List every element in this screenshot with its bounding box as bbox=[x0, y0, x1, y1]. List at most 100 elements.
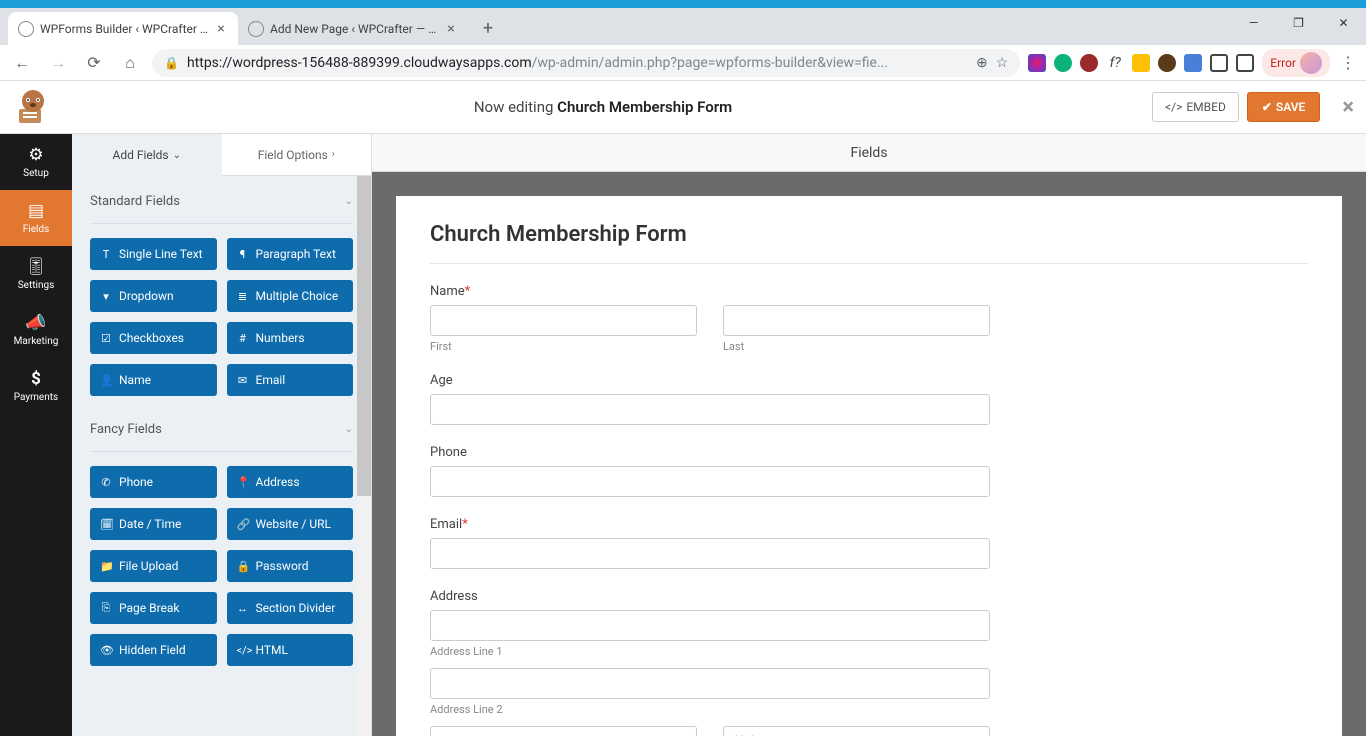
field-label: Phone bbox=[430, 445, 990, 460]
error-chip[interactable]: Error bbox=[1262, 49, 1330, 77]
sidebar-scrollbar[interactable] bbox=[357, 176, 371, 736]
field-btn-single-line-text[interactable]: TSingle Line Text bbox=[90, 238, 217, 270]
field-btn-multiple-choice[interactable]: ≣Multiple Choice bbox=[227, 280, 354, 312]
tab-field-options[interactable]: Field Options› bbox=[222, 134, 372, 176]
star-icon[interactable]: ☆ bbox=[996, 55, 1009, 71]
save-button[interactable]: ✔ SAVE bbox=[1247, 92, 1320, 122]
sliders-icon: 🎚 bbox=[25, 257, 47, 277]
new-tab-button[interactable]: + bbox=[474, 14, 502, 42]
city-input[interactable] bbox=[430, 726, 697, 736]
close-icon[interactable]: × bbox=[444, 22, 458, 36]
extension-icon[interactable] bbox=[1184, 54, 1202, 72]
lock-icon: 🔒 bbox=[164, 56, 179, 70]
extension-icon[interactable] bbox=[1236, 54, 1254, 72]
field-btn-password[interactable]: 🔒Password bbox=[227, 550, 354, 582]
rail-fields[interactable]: ▤Fields bbox=[0, 190, 72, 246]
form-name: Church Membership Form bbox=[557, 98, 732, 116]
field-btn-phone[interactable]: ✆Phone bbox=[90, 466, 217, 498]
field-btn-file-upload[interactable]: 📁File Upload bbox=[90, 550, 217, 582]
extension-icon[interactable] bbox=[1080, 54, 1098, 72]
form-icon: ▤ bbox=[28, 201, 44, 221]
canvas-scroll[interactable]: Church Membership Form Name* First Last bbox=[372, 172, 1366, 736]
fancy-fields-heading[interactable]: Fancy Fields ⌄ bbox=[90, 404, 353, 452]
field-btn-page-break[interactable]: ⎘Page Break bbox=[90, 592, 217, 624]
extension-icon[interactable] bbox=[1028, 54, 1046, 72]
wpforms-logo[interactable] bbox=[12, 86, 54, 128]
close-icon[interactable]: × bbox=[214, 22, 228, 36]
field-btn-email[interactable]: ✉Email bbox=[227, 364, 354, 396]
password-icon: 🔒 bbox=[237, 560, 249, 573]
extension-icon[interactable] bbox=[1210, 54, 1228, 72]
extension-icon[interactable]: f? bbox=[1106, 54, 1124, 72]
form-title[interactable]: Church Membership Form bbox=[430, 222, 1308, 264]
url-host: https://wordpress-156488-889399.cloudway… bbox=[187, 55, 532, 71]
rail-label: Settings bbox=[18, 280, 55, 291]
maximize-button[interactable]: ❐ bbox=[1276, 8, 1321, 38]
field-address[interactable]: Address Address Line 1 Address Line 2 Al… bbox=[430, 589, 990, 736]
last-name-input[interactable] bbox=[723, 305, 990, 336]
rail-settings[interactable]: 🎚 Settings bbox=[0, 246, 72, 302]
browser-tabbar: WPForms Builder ‹ WPCrafter — ... × Add … bbox=[0, 8, 1366, 45]
extension-icon[interactable] bbox=[1158, 54, 1176, 72]
numbers-icon: # bbox=[237, 332, 249, 345]
chevron-down-icon: ⌄ bbox=[345, 196, 353, 207]
browser-tab[interactable]: Add New Page ‹ WPCrafter — W... × bbox=[238, 12, 468, 45]
phone-input[interactable] bbox=[430, 466, 990, 497]
reload-button[interactable]: ⟳ bbox=[80, 49, 108, 77]
rail-marketing[interactable]: 📣Marketing bbox=[0, 302, 72, 358]
left-rail: ⚙Setup ▤Fields 🎚 Settings 📣Marketing $Pay… bbox=[0, 134, 72, 736]
field-btn-hidden-field[interactable]: 👁Hidden Field bbox=[90, 634, 217, 666]
state-select[interactable]: Alabama bbox=[723, 726, 990, 736]
chevron-down-icon: ⌄ bbox=[345, 424, 353, 435]
field-phone[interactable]: Phone bbox=[430, 445, 990, 497]
field-name[interactable]: Name* First Last bbox=[430, 284, 990, 353]
extension-icon[interactable] bbox=[1054, 54, 1072, 72]
minimize-button[interactable]: — bbox=[1231, 8, 1276, 38]
address-line2-input[interactable] bbox=[430, 668, 990, 699]
field-label: Address bbox=[430, 589, 990, 604]
address-icon: 📍 bbox=[237, 476, 249, 489]
first-name-input[interactable] bbox=[430, 305, 697, 336]
home-button[interactable]: ⌂ bbox=[116, 49, 144, 77]
back-button[interactable]: ← bbox=[8, 49, 36, 77]
rail-payments[interactable]: $Payments bbox=[0, 358, 72, 414]
checkboxes-icon: ☑ bbox=[100, 332, 112, 345]
rail-setup[interactable]: ⚙Setup bbox=[0, 134, 72, 190]
tab-add-fields[interactable]: Add Fields⌄ bbox=[72, 134, 222, 176]
field-btn-address[interactable]: 📍Address bbox=[227, 466, 354, 498]
field-btn-name[interactable]: 👤Name bbox=[90, 364, 217, 396]
form-preview[interactable]: Church Membership Form Name* First Last bbox=[396, 196, 1342, 736]
field-button-label: Name bbox=[119, 373, 151, 387]
field-btn-checkboxes[interactable]: ☑Checkboxes bbox=[90, 322, 217, 354]
globe-icon bbox=[18, 21, 34, 37]
field-btn-html[interactable]: </>HTML bbox=[227, 634, 354, 666]
kebab-icon[interactable]: ⋮ bbox=[1338, 53, 1358, 72]
code-icon: </> bbox=[1165, 100, 1182, 114]
embed-button[interactable]: </> EMBED bbox=[1152, 92, 1239, 122]
close-builder-button[interactable]: × bbox=[1342, 95, 1354, 120]
zoom-icon[interactable]: ⊕ bbox=[976, 55, 988, 71]
close-window-button[interactable]: ✕ bbox=[1321, 8, 1366, 38]
check-icon: ✔ bbox=[1262, 100, 1272, 114]
field-btn-dropdown[interactable]: ▾Dropdown bbox=[90, 280, 217, 312]
standard-fields-heading[interactable]: Standard Fields ⌄ bbox=[90, 176, 353, 224]
address-line1-input[interactable] bbox=[430, 610, 990, 641]
field-button-label: Section Divider bbox=[256, 601, 336, 615]
field-btn-date-time[interactable]: 🗓Date / Time bbox=[90, 508, 217, 540]
field-label: Email* bbox=[430, 517, 990, 532]
extension-icon[interactable] bbox=[1132, 54, 1150, 72]
field-button-label: Single Line Text bbox=[119, 247, 203, 261]
forward-button[interactable]: → bbox=[44, 49, 72, 77]
embed-label: EMBED bbox=[1186, 100, 1225, 114]
field-age[interactable]: Age bbox=[430, 373, 990, 425]
field-btn-numbers[interactable]: #Numbers bbox=[227, 322, 354, 354]
url-bar[interactable]: 🔒 https://wordpress-156488-889399.cloudw… bbox=[152, 49, 1020, 77]
browser-tab-active[interactable]: WPForms Builder ‹ WPCrafter — ... × bbox=[8, 12, 238, 45]
field-btn-paragraph-text[interactable]: ¶Paragraph Text bbox=[227, 238, 354, 270]
field-email[interactable]: Email* bbox=[430, 517, 990, 569]
email-input[interactable] bbox=[430, 538, 990, 569]
field-btn-section-divider[interactable]: ↔Section Divider bbox=[227, 592, 354, 624]
age-input[interactable] bbox=[430, 394, 990, 425]
gear-icon: ⚙ bbox=[28, 145, 43, 165]
field-btn-website-url[interactable]: 🔗Website / URL bbox=[227, 508, 354, 540]
